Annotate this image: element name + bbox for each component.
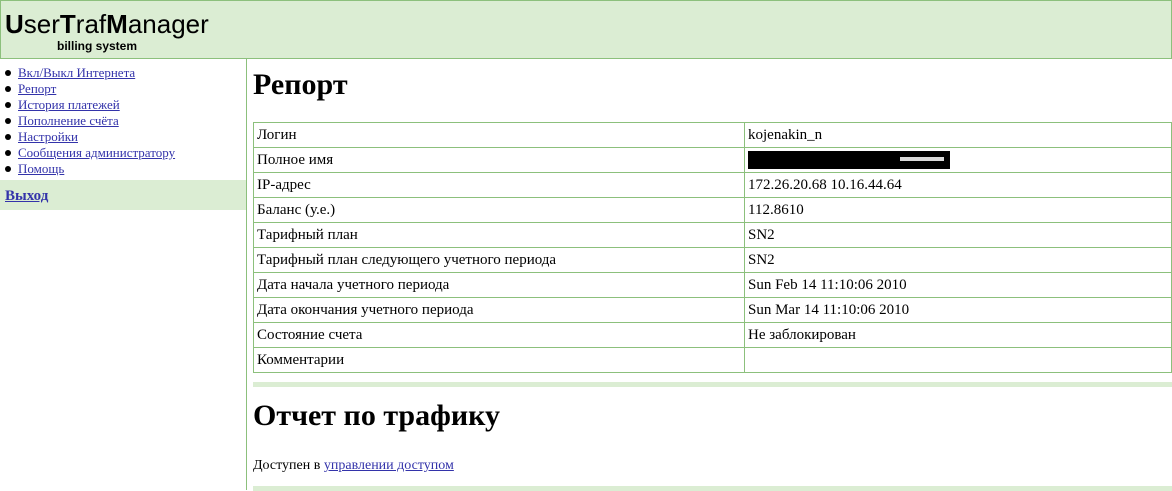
logo-part: T — [59, 9, 76, 39]
sidebar-item-payment-history: История платежей — [0, 97, 175, 113]
row-value: kojenakin_n — [744, 122, 1172, 148]
sidebar-menu: Вкл/Выкл Интернета Репорт История платеж… — [0, 65, 175, 177]
bullet-icon — [5, 70, 11, 76]
row-value: SN2 — [744, 222, 1172, 248]
redacted-block — [748, 151, 950, 169]
row-value — [744, 147, 1172, 173]
table-row: Полное имя — [253, 147, 1172, 173]
logo-part: M — [106, 9, 128, 39]
table-row: Дата начала учетного периода Sun Feb 14 1… — [253, 272, 1172, 298]
table-row: Состояние счета Не заблокирован — [253, 322, 1172, 348]
sidebar-item-settings: Настройки — [0, 129, 175, 145]
sidebar-link-internet-toggle[interactable]: Вкл/Выкл Интернета — [18, 65, 135, 80]
row-label: Состояние счета — [253, 322, 745, 348]
row-label: Дата окончания учетного периода — [253, 297, 745, 323]
sidebar-link-help[interactable]: Помощь — [18, 161, 64, 176]
traffic-report-title: Отчет по трафику — [253, 399, 501, 432]
row-label: Дата начала учетного периода — [253, 272, 745, 298]
logo-part: ser — [23, 9, 60, 39]
logo-part: raf — [75, 9, 107, 39]
table-row: Дата окончания учетного периода Sun Mar 1… — [253, 297, 1172, 323]
bullet-icon — [5, 118, 11, 124]
page-title: Репорт — [253, 68, 348, 101]
redaction-mark — [900, 157, 944, 161]
row-value — [744, 347, 1172, 373]
sidebar-link-top-up[interactable]: Пополнение счёта — [18, 113, 119, 128]
row-label: Комментарии — [253, 347, 745, 373]
row-label: Полное имя — [253, 147, 745, 173]
access-note: Доступен в управлении доступом — [253, 458, 454, 474]
row-label: Баланс (у.е.) — [253, 197, 745, 223]
account-info-table: Логин kojenakin_n Полное имя IP-адрес 172.… — [253, 122, 1172, 373]
table-row: Логин kojenakin_n — [253, 122, 1172, 148]
sidebar-item-top-up: Пополнение счёта — [0, 113, 175, 129]
sidebar-item-report: Репорт — [0, 81, 175, 97]
row-label: Логин — [253, 122, 745, 148]
exit-bar: Выход — [0, 180, 246, 210]
bullet-icon — [5, 134, 11, 140]
sidebar-item-help: Помощь — [0, 161, 175, 177]
section-divider — [253, 382, 1172, 387]
row-value: 172.26.20.68 10.16.44.64 — [744, 172, 1172, 198]
sidebar-link-report[interactable]: Репорт — [18, 81, 56, 96]
sidebar-item-admin-messages: Сообщения администратору — [0, 145, 175, 161]
table-row: Тарифный план SN2 — [253, 222, 1172, 248]
sidebar-link-admin-messages[interactable]: Сообщения администратору — [18, 145, 175, 160]
row-value: Не заблокирован — [744, 322, 1172, 348]
section-divider — [253, 486, 1172, 491]
access-prefix: Доступен в — [253, 458, 324, 473]
row-value: Sun Feb 14 11:10:06 2010 — [744, 272, 1172, 298]
logout-link[interactable]: Выход — [5, 188, 48, 205]
row-value: SN2 — [744, 247, 1172, 273]
table-row: Тарифный план следующего учетного период… — [253, 247, 1172, 273]
row-label: Тарифный план — [253, 222, 745, 248]
table-row: Комментарии — [253, 347, 1172, 373]
sidebar-link-settings[interactable]: Настройки — [18, 129, 78, 144]
sidebar-link-payment-history[interactable]: История платежей — [18, 97, 120, 112]
row-value: 112.8610 — [744, 197, 1172, 223]
logo-part: anager — [127, 9, 209, 39]
sidebar: Вкл/Выкл Интернета Репорт История платеж… — [0, 59, 247, 490]
row-label: IP-адрес — [253, 172, 745, 198]
access-management-link[interactable]: управлении доступом — [324, 458, 454, 473]
bullet-icon — [5, 86, 11, 92]
bullet-icon — [5, 166, 11, 172]
row-label: Тарифный план следующего учетного период… — [253, 247, 745, 273]
row-value: Sun Mar 14 11:10:06 2010 — [744, 297, 1172, 323]
main-content: Репорт Логин kojenakin_n Полное имя IP-ад… — [253, 59, 1172, 491]
table-row: IP-адрес 172.26.20.68 10.16.44.64 — [253, 172, 1172, 198]
logo-part: U — [5, 9, 24, 39]
sidebar-item-internet-toggle: Вкл/Выкл Интернета — [0, 65, 175, 81]
logo-subtitle: billing system — [57, 39, 138, 53]
bullet-icon — [5, 150, 11, 156]
bullet-icon — [5, 102, 11, 108]
app-logo: UserTrafManager — [5, 10, 209, 38]
app-header: UserTrafManager billing system — [0, 0, 1172, 59]
table-row: Баланс (у.е.) 112.8610 — [253, 197, 1172, 223]
